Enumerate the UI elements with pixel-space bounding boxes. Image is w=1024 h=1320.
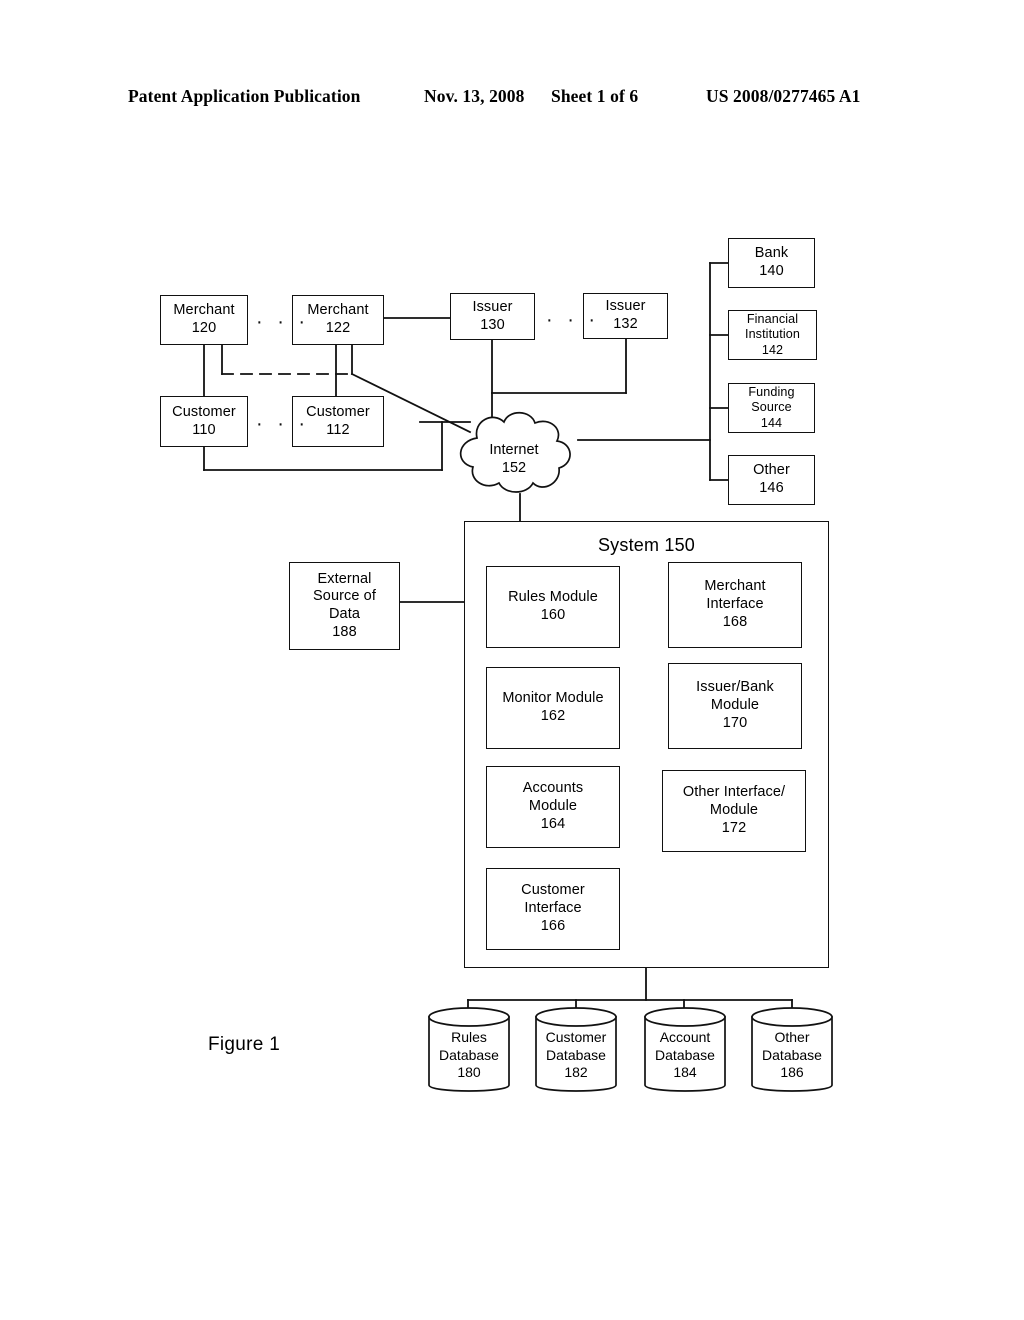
node-rules-database-180-label: Rules Database 180 — [427, 1029, 511, 1082]
node-internet-152-line1: Internet — [489, 442, 539, 458]
node-account-database-184-line3: 184 — [673, 1064, 697, 1080]
node-external-source-of-data-188[interactable]: External Source of Data 188 — [289, 562, 400, 650]
ellipsis-customers: · · · — [256, 413, 310, 435]
node-merchant-interface-168-line2: Interface — [706, 596, 764, 613]
node-external-source-188-line4: 188 — [332, 623, 357, 640]
node-customer-interface-166[interactable]: Customer Interface 166 — [486, 868, 620, 950]
node-rules-database-180-line1: Rules — [451, 1029, 487, 1045]
node-merchant-interface-168[interactable]: Merchant Interface 168 — [668, 562, 802, 648]
node-other-database-186[interactable]: Other Database 186 — [750, 1003, 834, 1099]
node-rules-module-160[interactable]: Rules Module 160 — [486, 566, 620, 648]
node-accounts-module-164-line3: 164 — [540, 815, 566, 832]
node-merchant-interface-168-line3: 168 — [722, 613, 748, 630]
node-customer-112-line2: 112 — [326, 421, 350, 438]
node-merchant-interface-168-line1: Merchant — [704, 578, 766, 595]
ellipsis-issuers: · · · — [546, 309, 600, 331]
node-accounts-module-164[interactable]: Accounts Module 164 — [486, 766, 620, 848]
node-issuer-bank-module-170-line2: Module — [710, 697, 760, 714]
node-issuer-bank-module-170-line1: Issuer/Bank — [696, 679, 774, 696]
node-rules-database-180[interactable]: Rules Database 180 — [427, 1003, 511, 1099]
node-external-source-188-line2: Source of — [313, 588, 376, 605]
node-financial-institution-142-line2: Institution — [744, 327, 800, 342]
node-funding-source-144-line3: 144 — [760, 415, 783, 430]
node-funding-source-144[interactable]: Funding Source 144 — [728, 383, 815, 433]
node-merchant-120-line1: Merchant — [173, 302, 235, 319]
node-customer-110[interactable]: Customer 110 — [160, 396, 248, 447]
node-account-database-184[interactable]: Account Database 184 — [643, 1003, 727, 1099]
node-issuer-130[interactable]: Issuer 130 — [450, 293, 535, 340]
node-financial-institution-142-line1: Financial — [746, 311, 799, 326]
node-other-database-186-line1: Other — [774, 1029, 810, 1045]
patent-figure-diagram: Merchant 120 · · · Merchant 122 Issuer 1… — [0, 0, 1024, 1320]
node-other-146[interactable]: Other 146 — [728, 455, 815, 505]
node-external-source-188-line3: Data — [328, 606, 361, 622]
node-accounts-module-164-line1: Accounts — [522, 780, 584, 797]
node-issuer-130-line2: 130 — [480, 316, 505, 333]
node-other-database-186-line3: 186 — [780, 1064, 804, 1080]
node-merchant-122-line2: 122 — [325, 320, 351, 336]
node-customer-database-182-line1: Customer — [545, 1029, 607, 1045]
node-customer-database-182[interactable]: Customer Database 182 — [534, 1003, 618, 1099]
node-rules-module-160-line2: 160 — [540, 607, 566, 623]
node-customer-interface-166-line1: Customer — [521, 882, 585, 899]
node-rules-database-180-line3: 180 — [457, 1064, 481, 1080]
node-customer-database-182-label: Customer Database 182 — [534, 1029, 618, 1082]
node-other-interface-module-172-line2: Module — [709, 802, 759, 819]
node-other-146-line1: Other — [753, 462, 790, 479]
node-rules-database-180-line2: Database — [439, 1046, 499, 1063]
node-monitor-module-162-line2: 162 — [540, 708, 566, 724]
node-internet-152-line2: 152 — [501, 460, 527, 477]
node-issuer-bank-module-170[interactable]: Issuer/Bank Module 170 — [668, 663, 802, 749]
node-bank-140-line2: 140 — [759, 263, 784, 279]
node-external-source-188-line1: External — [317, 570, 372, 587]
node-customer-database-182-line3: 182 — [564, 1064, 588, 1080]
node-monitor-module-162-line1: Monitor Module — [502, 690, 604, 707]
node-other-interface-module-172-line1: Other Interface/ — [682, 784, 786, 801]
node-issuer-130-line1: Issuer — [472, 298, 513, 315]
node-other-interface-module-172[interactable]: Other Interface/ Module 172 — [662, 770, 806, 852]
node-other-database-186-label: Other Database 186 — [750, 1029, 834, 1082]
node-merchant-120[interactable]: Merchant 120 — [160, 295, 248, 345]
node-financial-institution-142[interactable]: Financial Institution 142 — [728, 310, 817, 360]
node-internet-152-label: Internet 152 — [447, 441, 581, 477]
node-customer-112-line1: Customer — [306, 403, 370, 420]
node-funding-source-144-line1: Funding — [748, 384, 795, 399]
node-issuer-132-line2: 132 — [613, 316, 638, 332]
node-issuer-132-line1: Issuer — [605, 298, 646, 315]
node-monitor-module-162[interactable]: Monitor Module 162 — [486, 667, 620, 749]
node-other-database-186-line2: Database — [762, 1046, 822, 1063]
node-other-interface-module-172-line3: 172 — [721, 819, 747, 836]
node-account-database-184-line1: Account — [659, 1029, 711, 1045]
node-customer-110-line1: Customer — [172, 403, 236, 420]
node-merchant-122-line1: Merchant — [307, 302, 369, 319]
node-customer-110-line2: 110 — [192, 421, 216, 438]
node-financial-institution-142-line3: 142 — [761, 342, 784, 357]
node-merchant-120-line2: 120 — [191, 320, 217, 336]
node-rules-module-160-line1: Rules Module — [508, 589, 598, 606]
node-other-146-line2: 146 — [759, 480, 784, 496]
node-bank-140[interactable]: Bank 140 — [728, 238, 815, 288]
node-issuer-bank-module-170-line3: 170 — [722, 714, 748, 731]
node-funding-source-144-line2: Source — [751, 400, 792, 415]
node-customer-database-182-line2: Database — [546, 1046, 606, 1063]
node-accounts-module-164-line2: Module — [528, 798, 578, 815]
node-bank-140-line1: Bank — [754, 245, 789, 262]
node-customer-interface-166-line3: 166 — [540, 917, 566, 934]
node-internet-152[interactable]: Internet 152 — [447, 405, 581, 497]
ellipsis-merchants: · · · — [256, 311, 310, 333]
node-account-database-184-label: Account Database 184 — [643, 1029, 727, 1082]
figure-caption: Figure 1 — [208, 1034, 281, 1055]
node-customer-interface-166-line2: Interface — [524, 900, 582, 917]
node-account-database-184-line2: Database — [655, 1046, 715, 1063]
system-150-title: System 150 — [597, 535, 696, 555]
